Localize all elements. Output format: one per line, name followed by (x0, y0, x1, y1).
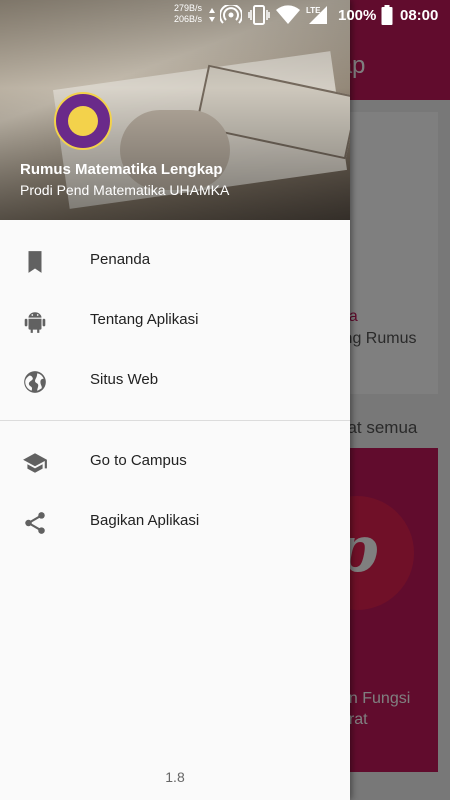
app-version: 1.8 (165, 769, 185, 785)
lte-signal-icon: LTE (306, 6, 327, 24)
menu-item-penanda[interactable]: Penanda (0, 231, 350, 291)
drawer-header: Rumus Matematika Lengkap Prodi Pend Mate… (0, 0, 350, 220)
menu-item-bagikan-aplikasi[interactable]: Bagikan Aplikasi (0, 492, 350, 552)
upload-speed: 279B/s (174, 3, 203, 13)
download-speed: 206B/s (174, 14, 203, 24)
menu-item-label: Penanda (90, 251, 151, 268)
android-icon (24, 312, 46, 333)
battery-icon (381, 5, 393, 25)
hotspot-icon (220, 5, 242, 24)
menu-item-label: Go to Campus (90, 452, 187, 469)
drawer-app-subtitle: Prodi Pend Matematika UHAMKA (20, 182, 230, 198)
svg-text:LTE: LTE (306, 6, 321, 15)
wifi-icon (276, 5, 300, 25)
vibrate-icon (248, 5, 270, 25)
menu-item-label: Bagikan Aplikasi (90, 512, 200, 529)
status-bar: 279B/s 206B/s LTE 100% 08:00 (0, 0, 450, 30)
graduation-cap-icon (23, 453, 47, 473)
menu-item-label: Tentang Aplikasi (90, 311, 199, 328)
battery-percent: 100% (338, 7, 377, 24)
globe-icon (24, 371, 46, 393)
transfer-arrows-icon (209, 8, 215, 22)
drawer-app-title: Rumus Matematika Lengkap (20, 161, 223, 178)
university-logo (54, 92, 112, 150)
network-speed: 279B/s 206B/s (174, 3, 202, 25)
menu-divider (0, 420, 350, 421)
bookmark-icon (28, 251, 42, 273)
clock: 08:00 (400, 7, 439, 24)
menu-item-situs-web[interactable]: Situs Web (0, 351, 350, 411)
share-icon (25, 512, 45, 534)
menu-item-tentang-aplikasi[interactable]: Tentang Aplikasi (0, 291, 350, 351)
menu-item-go-to-campus[interactable]: Go to Campus (0, 432, 350, 492)
menu-item-label: Situs Web (90, 371, 159, 388)
navigation-drawer: Rumus Matematika Lengkap Prodi Pend Mate… (0, 0, 350, 800)
